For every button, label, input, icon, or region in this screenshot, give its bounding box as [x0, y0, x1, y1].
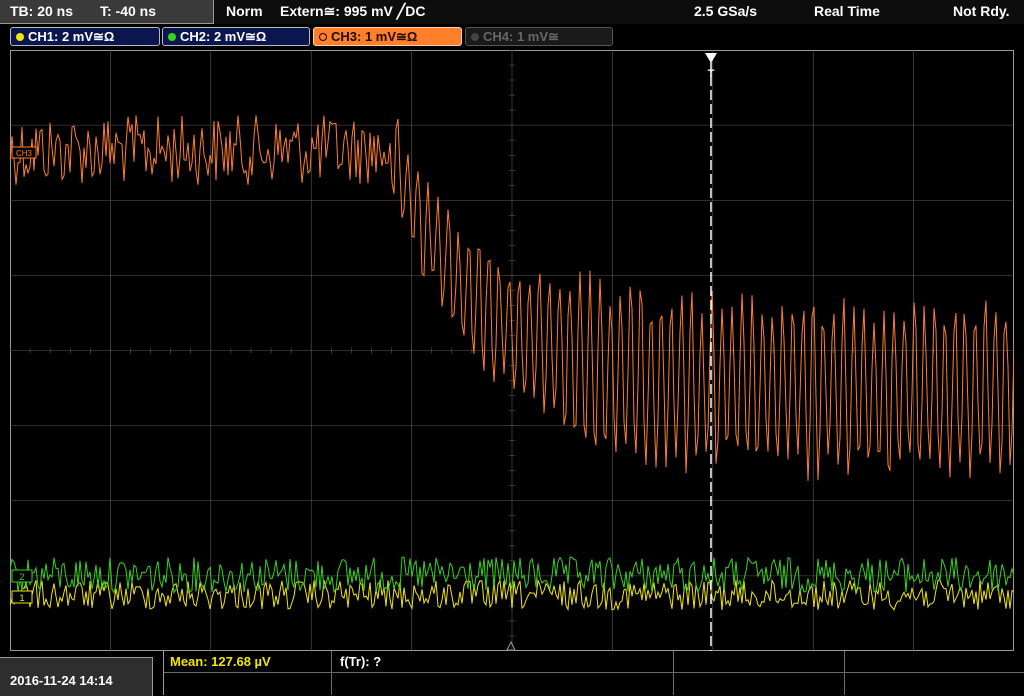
channel-1-label: CH1: 2 mV≅Ω: [28, 29, 115, 44]
channel-3-indicator-icon: [319, 33, 327, 41]
channel-2-offset-label: 2: [19, 572, 24, 582]
timebase-readout: TB: 20 ns: [10, 3, 74, 19]
channel-4-indicator-icon: [471, 33, 479, 41]
measurement-cell-rise[interactable]: f(Tr): ?: [332, 651, 674, 672]
waveform-canvas[interactable]: T CH3 2 1: [10, 50, 1014, 651]
graticule: [10, 50, 1014, 651]
measurement-cell-empty-3[interactable]: [164, 673, 332, 695]
channel-4-label: CH4: 1 mV≅: [483, 29, 559, 44]
status-bar: TB: 20 ns T: -40 ns Norm Extern≅: 995 mV…: [0, 0, 1024, 24]
channel-1-offset-label: 1: [19, 593, 24, 603]
channel-1-button[interactable]: CH1: 2 mV≅Ω: [10, 27, 160, 46]
measurement-mean: Mean: 127.68 µV: [170, 654, 271, 669]
trigger-time-readout: T: -40 ns: [100, 3, 157, 19]
channel-1-offset-marker[interactable]: 1: [11, 590, 33, 604]
measurement-row-2: [164, 673, 1024, 695]
channel-bar: CH1: 2 mV≅Ω CH2: 2 mV≅Ω CH3: 1 mV≅Ω CH4:…: [0, 24, 1024, 50]
measurement-cell-empty-4[interactable]: [332, 673, 674, 695]
acquisition-state: Not Rdy.: [953, 3, 1010, 19]
channel-4-button[interactable]: CH4: 1 mV≅: [465, 27, 613, 46]
horizontal-center-icon: [506, 640, 516, 651]
measurement-cell-empty-2[interactable]: [845, 651, 1024, 672]
sample-rate: 2.5 GSa/s: [694, 3, 758, 19]
trigger-source[interactable]: Extern≅: 995 mV ╱DC: [280, 3, 425, 20]
datetime-panel: 2016-11-24 14:14: [0, 657, 153, 696]
timebase-panel[interactable]: TB: 20 ns T: -40 ns: [0, 0, 214, 24]
measurement-rise-frequency: f(Tr): ?: [340, 654, 382, 669]
measurement-cell-empty-1[interactable]: [674, 651, 845, 672]
channel-2-button[interactable]: CH2: 2 mV≅Ω: [162, 27, 310, 46]
measurement-panel[interactable]: Mean: 127.68 µV f(Tr): ?: [163, 651, 1024, 695]
channel-2-label: CH2: 2 mV≅Ω: [180, 29, 267, 44]
measurement-row: Mean: 127.68 µV f(Tr): ?: [164, 651, 1024, 673]
measurement-cell-empty-5[interactable]: [674, 673, 845, 695]
trigger-position-icon[interactable]: [705, 53, 717, 63]
channel-3-label: CH3: 1 mV≅Ω: [331, 29, 418, 44]
measurement-cell-mean[interactable]: Mean: 127.68 µV: [164, 651, 332, 672]
channel-2-offset-marker[interactable]: 2: [11, 569, 33, 583]
channel-3-button[interactable]: CH3: 1 mV≅Ω: [313, 27, 462, 46]
channel-2-indicator-icon: [168, 33, 176, 41]
acquisition-mode: Real Time: [814, 3, 880, 19]
datetime-readout: 2016-11-24 14:14: [10, 673, 113, 688]
channel-3-offset-label: CH3: [16, 149, 33, 158]
channel-1-indicator-icon: [16, 33, 24, 41]
channel-3-offset-marker[interactable]: CH3: [11, 146, 37, 159]
trigger-marker-label: T: [708, 68, 715, 80]
trigger-mode[interactable]: Norm: [226, 3, 263, 19]
